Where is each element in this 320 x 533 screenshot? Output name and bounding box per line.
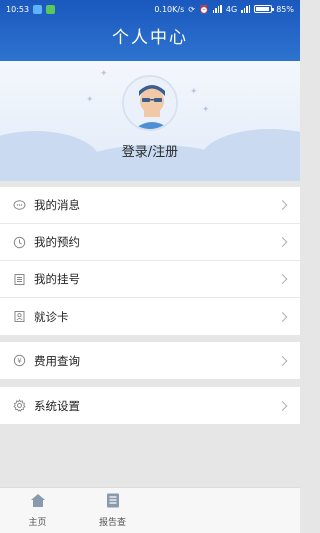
menu-group-billing: ¥ 费用查询 [0, 342, 300, 379]
menu-item-settings[interactable]: 系统设置 [0, 387, 300, 424]
menu-item-label: 费用查询 [34, 353, 80, 368]
menu-item-messages[interactable]: 我的消息 [0, 187, 300, 224]
alarm-icon: ⏰ [198, 4, 209, 14]
signal-icon [212, 5, 222, 13]
menu-group-settings: 系统设置 [0, 387, 300, 424]
sparkle-icon: ✦ [190, 87, 198, 97]
network-type: 4G [225, 4, 238, 14]
app-notification-icon [46, 4, 56, 14]
page-title: 个人中心 [112, 28, 188, 48]
signal-icon-2 [241, 5, 251, 13]
menu-group-main: 我的消息 我的预约 我的挂号 就诊卡 [0, 187, 300, 335]
login-register-link[interactable]: 登录/注册 [0, 141, 300, 160]
avatar[interactable] [122, 75, 178, 131]
clock-icon [12, 235, 26, 249]
tab-label: 主页 [28, 518, 47, 528]
chevron-right-icon [277, 400, 288, 411]
chevron-right-icon [277, 311, 288, 322]
document-icon [12, 272, 26, 286]
menu-item-label: 我的预约 [34, 235, 80, 249]
status-bar: 10:53 0.10K/s ⟳ ⏰ 4G 85% [0, 0, 300, 18]
menu-item-appointments[interactable]: 我的预约 [0, 224, 300, 261]
tab-reports[interactable]: 报告查 [75, 488, 150, 533]
sparkle-icon: ✦ [86, 95, 94, 105]
sparkle-icon: ✦ [202, 105, 210, 115]
menu-item-label: 系统设置 [34, 398, 80, 413]
status-time: 10:53 [6, 4, 30, 14]
yuan-icon: ¥ [12, 354, 26, 368]
battery-icon [254, 5, 275, 13]
svg-text:¥: ¥ [17, 357, 22, 365]
sync-icon: ⟳ [188, 4, 195, 14]
battery-level: 85% [276, 4, 294, 14]
home-icon [30, 493, 46, 512]
report-icon [106, 493, 120, 512]
chevron-right-icon [277, 274, 288, 284]
menu-item-label: 就诊卡 [34, 309, 69, 324]
chevron-right-icon [277, 237, 288, 247]
chevron-right-icon [277, 200, 288, 210]
notification-icon [33, 4, 43, 14]
menu-item-fee-inquiry[interactable]: ¥ 费用查询 [0, 342, 300, 379]
card-icon [12, 310, 26, 324]
tab-label: 报告查 [98, 518, 126, 528]
tab-home[interactable]: 主页 [0, 488, 75, 533]
network-speed: 0.10K/s [154, 4, 185, 14]
gear-icon [12, 399, 26, 413]
header-bar: 10:53 0.10K/s ⟳ ⏰ 4G 85% 个人中心 [0, 0, 300, 61]
menu-item-label: 我的消息 [34, 198, 80, 212]
sparkle-icon: ✦ [100, 69, 108, 79]
menu-item-medical-card[interactable]: 就诊卡 [0, 298, 300, 335]
profile-banner[interactable]: ✦ ✦ ✦ ✦ 登录/注册 [0, 61, 300, 181]
menu-item-registrations[interactable]: 我的挂号 [0, 261, 300, 298]
menu-item-label: 我的挂号 [34, 272, 80, 286]
message-icon [12, 198, 26, 212]
chevron-right-icon [277, 355, 288, 366]
bottom-tab-bar: 主页 报告查 [0, 487, 300, 533]
